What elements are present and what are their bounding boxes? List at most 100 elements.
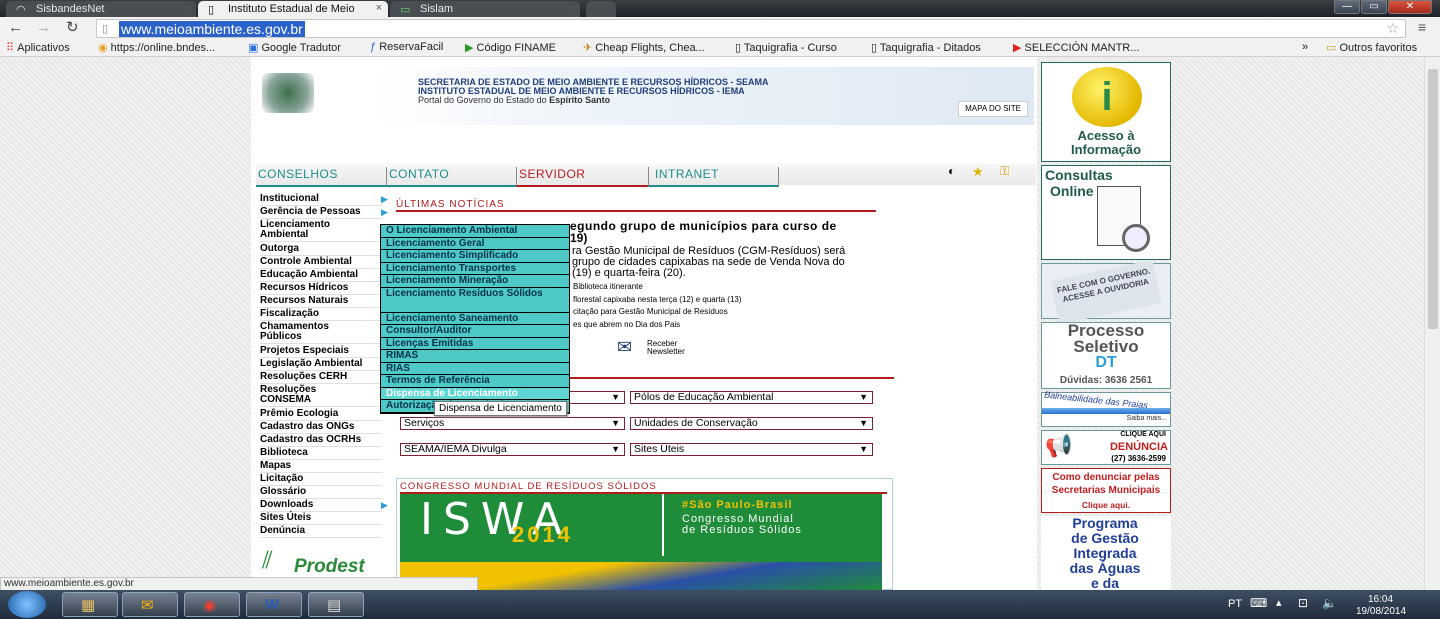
address-bar[interactable]: ▯ www.meioambiente.es.gov.br ☆ — [96, 19, 1406, 38]
clock-time[interactable]: 16:04 — [1368, 594, 1393, 605]
left-menu-item[interactable]: Resoluções CONSEMA — [260, 385, 316, 405]
url-text[interactable]: www.meioambiente.es.gov.br — [119, 21, 305, 37]
left-menu-item[interactable]: Gerência de Pessoas ▶ — [260, 207, 388, 218]
left-menu-item[interactable]: Mapas — [260, 461, 291, 471]
left-menu-item[interactable]: Licitação — [260, 474, 303, 484]
contrast-icon[interactable]: ◐ — [948, 164, 955, 178]
submenu-item[interactable]: Licenciamento Geral — [381, 237, 569, 250]
nav-contato[interactable]: CONTATO — [386, 167, 516, 187]
minimize-button[interactable]: — — [1334, 0, 1360, 14]
forward-icon[interactable]: → — [36, 19, 51, 36]
nav-servidor[interactable]: SERVIDOR — [516, 167, 648, 187]
close-icon[interactable]: × — [376, 2, 382, 14]
left-menu-item[interactable]: Controle Ambiental — [260, 257, 352, 267]
fale-com-governo-banner[interactable]: FALE COM O GOVERNO. ACESSE A OUVIDORIA — [1041, 259, 1171, 325]
left-menu-item[interactable]: Denúncia — [260, 526, 305, 536]
isws-banner[interactable]: ISWA 2014 #São Paulo-Brasil Congresso Mu… — [400, 494, 882, 590]
close-window-button[interactable]: ✕ — [1388, 0, 1432, 14]
submenu-item[interactable]: Consultor/Auditor — [381, 325, 569, 338]
bookmark-reservafacil[interactable]: ƒ ReservaFacil — [370, 41, 443, 53]
clock-date[interactable]: 19/08/2014 — [1356, 606, 1406, 617]
news-headline-cont[interactable]: 19) — [570, 232, 587, 245]
news-item-1[interactable]: Biblioteca itinerante — [573, 282, 643, 291]
maximize-button[interactable]: ▭ — [1361, 0, 1387, 14]
calculator-taskbar-button[interactable]: ▤ — [308, 592, 364, 617]
denuncia-banner[interactable]: 📢 CLIQUE AQUI DENÚNCIA (27) 3636-2599 — [1041, 430, 1171, 465]
clique-aqui-link[interactable]: Clique aqui. — [1042, 500, 1170, 510]
left-menu-item[interactable]: Sites Úteis — [260, 513, 311, 523]
tab-sislam[interactable]: ▭ Sislam × — [390, 1, 580, 17]
scroll-thumb[interactable] — [1428, 69, 1438, 329]
saiba-mais-link[interactable]: Saiba mais... — [1127, 415, 1167, 422]
balneabilidade-banner[interactable]: Balneabilidade das Praias Saiba mais... — [1041, 390, 1171, 427]
select-seama-divulga[interactable]: SEAMA/IEMA Divulga ▼ — [400, 443, 625, 456]
start-button[interactable] — [8, 591, 46, 618]
left-menu-item[interactable]: Resoluções CERH — [260, 372, 347, 382]
acesso-informacao-banner[interactable]: i Acesso à Informação — [1041, 62, 1171, 162]
outlook-taskbar-button[interactable]: ✉ — [122, 592, 178, 617]
mapa-do-site-link[interactable]: MAPA DO SITE — [958, 101, 1028, 117]
tray-up-icon[interactable]: ▴ — [1276, 596, 1282, 609]
key-icon[interactable]: ⚿ — [1000, 164, 1009, 179]
submenu-item[interactable]: RIAS — [381, 362, 569, 375]
close-icon[interactable]: × — [184, 2, 190, 14]
left-menu-item[interactable]: Licenciamento Ambiental — [260, 220, 330, 240]
menu-icon[interactable]: ≡ — [1418, 19, 1426, 35]
left-menu-item[interactable]: Educação Ambiental — [260, 270, 358, 280]
left-menu-item[interactable]: Recursos Naturais — [260, 296, 348, 306]
volume-icon[interactable]: 🔈 — [1322, 596, 1337, 610]
bookmark-finame[interactable]: ▶ Código FINAME — [465, 41, 556, 54]
select-servicos[interactable]: Serviços ▼ — [400, 417, 625, 430]
left-menu-item[interactable]: Glossário — [260, 487, 306, 497]
news-headline[interactable]: egundo grupo de municípios para curso de — [570, 220, 890, 233]
left-menu-item[interactable]: Biblioteca — [260, 448, 308, 458]
news-item-4[interactable]: es que abrem no Dia dos Pais — [573, 320, 680, 329]
submenu-item[interactable]: Dispensa de Licenciamento — [381, 387, 569, 400]
bookmark-apps[interactable]: ⠿ Aplicativos — [6, 41, 70, 54]
prodest-logo[interactable]: ⫽ Prodest — [262, 547, 384, 579]
left-menu-item[interactable]: Cadastro das OCRHs — [260, 435, 361, 445]
left-menu-item[interactable]: Institucional ▶ — [260, 194, 388, 205]
submenu-item[interactable]: Licenciamento Resíduos Sólidos — [381, 287, 569, 313]
nav-conselhos[interactable]: CONSELHOS — [256, 167, 386, 187]
processo-seletivo-banner[interactable]: Processo Seletivo DT Dúvidas: 3636 2561 — [1041, 322, 1171, 389]
newsletter-link[interactable]: Receber Newsletter — [647, 340, 685, 356]
programa-banner[interactable]: Programa de Gestão Integrada das Águas e da — [1041, 516, 1171, 590]
new-tab-button[interactable] — [586, 1, 616, 17]
select-sites-uteis[interactable]: Sites Úteis ▼ — [630, 443, 873, 456]
network-icon[interactable]: ⊡ — [1298, 596, 1308, 610]
bookmark-taquigrafia-curso[interactable]: ▯ Taquigrafia - Curso — [735, 41, 837, 54]
nav-intranet[interactable]: INTRANET — [648, 167, 778, 187]
submenu-item[interactable]: Licenciamento Saneamento — [381, 312, 569, 325]
chrome-taskbar-button[interactable]: ◉ — [184, 592, 240, 617]
news-item-2[interactable]: florestal capixaba nesta terça (12) e qu… — [573, 295, 742, 304]
submenu-item[interactable]: Termos de Referência — [381, 375, 569, 388]
bookmarks-more[interactable]: » — [1302, 41, 1308, 53]
submenu-item[interactable]: Licenciamento Simplificado — [381, 250, 569, 263]
submenu-item[interactable]: Licenças Emitidas — [381, 337, 569, 350]
back-icon[interactable]: ← — [8, 19, 23, 36]
select-unidades-conservacao[interactable]: Unidades de Conservação ▼ — [630, 417, 873, 430]
bookmark-seleccion[interactable]: ▶ SELECCIÓN MANTR... — [1013, 41, 1139, 54]
explorer-taskbar-button[interactable]: ▦ — [62, 592, 118, 617]
bookmark-google-tradutor[interactable]: ▣ Google Tradutor — [248, 41, 341, 54]
select-polos-educacao[interactable]: Pólos de Educação Ambiental ▼ — [630, 391, 873, 404]
close-icon[interactable]: × — [568, 2, 574, 14]
tab-sisbandesnet[interactable]: ◠ SisbandesNet × — [6, 1, 196, 17]
keyboard-icon[interactable]: ⌨ — [1250, 596, 1267, 610]
left-menu-item[interactable]: Legislação Ambiental — [260, 359, 362, 369]
language-indicator[interactable]: PT — [1228, 598, 1242, 610]
left-menu-item[interactable]: Downloads ▶ — [260, 500, 388, 511]
news-item-3[interactable]: citação para Gestão Municipal de Resíduo… — [573, 307, 728, 316]
bookmark-cheap-flights[interactable]: ✈ Cheap Flights, Chea... — [583, 41, 705, 54]
como-denunciar-banner[interactable]: Como denunciar pelas Secretarias Municipa… — [1041, 468, 1171, 513]
left-menu-item[interactable]: Fiscalização — [260, 309, 319, 319]
envelope-icon[interactable]: ✉ — [617, 337, 632, 358]
left-menu-item[interactable]: Chamamentos Públicos — [260, 322, 329, 342]
other-bookmarks[interactable]: ▭ Outros favoritos — [1326, 41, 1417, 54]
star-icon[interactable]: ☆ — [1386, 20, 1399, 37]
submenu-item[interactable]: O Licenciamento Ambiental — [381, 225, 569, 238]
vertical-scrollbar[interactable] — [1424, 57, 1440, 590]
left-menu-item[interactable]: Prêmio Ecologia — [260, 409, 338, 419]
bookmark-taquigrafia-ditados[interactable]: ▯ Taquigrafia - Ditados — [871, 41, 981, 54]
